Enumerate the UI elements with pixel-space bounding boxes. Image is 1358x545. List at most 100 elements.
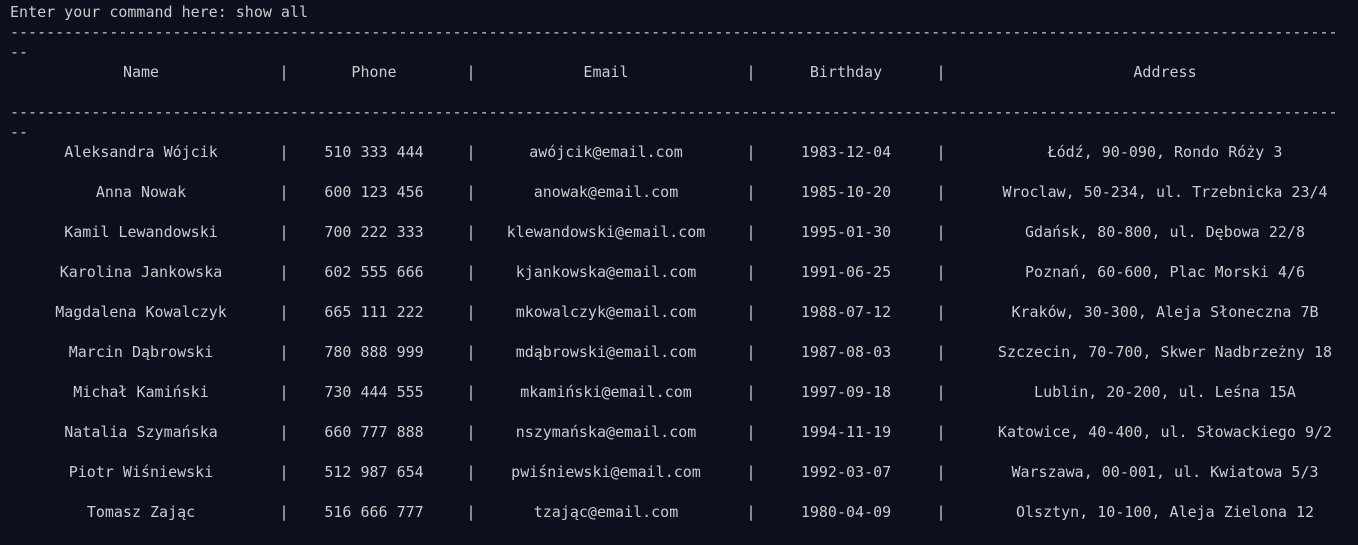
- cell-phone: 600 123 456: [324, 183, 424, 201]
- table-header-row: Name | Phone | Email | Birthday | Addres…: [0, 62, 1358, 82]
- separator-rule-top-wrap: --: [10, 43, 29, 61]
- column-separator: |: [936, 63, 946, 81]
- cell-phone: 700 222 333: [324, 223, 424, 241]
- separator-rule-header: ----------------------------------------…: [10, 103, 1340, 121]
- cell-birthday: 1991-06-25: [800, 263, 892, 281]
- cell-name: Aleksandra Wójcik: [64, 143, 218, 161]
- table-row: Magdalena Kowalczyk | 665 111 222 | mkowalcz…: [0, 302, 1358, 322]
- cell-name: Tomasz Zając: [86, 503, 196, 521]
- cell-phone: 730 444 555: [324, 383, 424, 401]
- terminal-window[interactable]: Enter your command here: show all ------…: [0, 0, 1358, 545]
- column-separator: |: [936, 143, 946, 161]
- table-row: Michał Kamiński | 730 444 555 | mkamiński@em…: [0, 382, 1358, 402]
- column-separator: |: [279, 63, 289, 81]
- column-separator: |: [279, 463, 289, 481]
- column-separator: |: [936, 303, 946, 321]
- cell-name: Piotr Wiśniewski: [68, 463, 214, 481]
- cell-email: mkamiński@email.com: [520, 383, 692, 401]
- cell-address: Wroclaw, 50-234, ul. Trzebnicka 23/4: [1002, 183, 1328, 201]
- cell-birthday: 1995-01-30: [800, 223, 892, 241]
- cell-birthday: 1994-11-19: [800, 423, 892, 441]
- table-row: Tomasz Zając | 516 666 777 | tzając@email.co…: [0, 502, 1358, 522]
- cell-phone: 665 111 222: [324, 303, 424, 321]
- column-separator: |: [746, 423, 756, 441]
- cell-email: tzając@email.com: [533, 503, 679, 521]
- separator-rule-header-wrap: --: [10, 123, 29, 141]
- cell-phone: 516 666 777: [324, 503, 424, 521]
- column-separator: |: [279, 183, 289, 201]
- cell-name: Michał Kamiński: [73, 383, 209, 401]
- cell-email: anowak@email.com: [533, 183, 679, 201]
- cell-birthday: 1987-08-03: [800, 343, 892, 361]
- cell-birthday: 1997-09-18: [800, 383, 892, 401]
- header-email: Email: [583, 63, 629, 81]
- cell-email: klewandowski@email.com: [506, 223, 706, 241]
- header-name: Name: [122, 63, 160, 81]
- column-separator: |: [279, 503, 289, 521]
- cell-name: Kamil Lewandowski: [64, 223, 218, 241]
- cell-address: Lublin, 20-200, ul. Leśna 15A: [1034, 383, 1296, 401]
- column-separator: |: [279, 223, 289, 241]
- column-separator: |: [746, 223, 756, 241]
- column-separator: |: [746, 183, 756, 201]
- column-separator: |: [279, 343, 289, 361]
- command-text: show all: [235, 3, 309, 21]
- cell-email: mkowalczyk@email.com: [515, 303, 697, 321]
- table-row: Marcin Dąbrowski | 780 888 999 | mdąbrowski@…: [0, 342, 1358, 362]
- cell-birthday: 1980-04-09: [800, 503, 892, 521]
- table-row: Natalia Szymańska | 660 777 888 | nszymańska…: [0, 422, 1358, 442]
- cell-phone: 660 777 888: [324, 423, 424, 441]
- column-separator: |: [746, 383, 756, 401]
- cell-email: mdąbrowski@email.com: [515, 343, 697, 361]
- cell-address: Szczecin, 70-700, Skwer Nadbrzeżny 18: [997, 343, 1333, 361]
- column-separator: |: [746, 63, 756, 81]
- cell-email: pwiśniewski@email.com: [511, 463, 701, 481]
- cell-birthday: 1988-07-12: [800, 303, 892, 321]
- column-separator: |: [279, 303, 289, 321]
- cell-address: Katowice, 40-400, ul. Słowackiego 9/2: [997, 423, 1333, 441]
- cell-birthday: 1983-12-04: [800, 143, 892, 161]
- cell-address: Olsztyn, 10-100, Aleja Zielona 12: [1015, 503, 1314, 521]
- table-row: Anna Nowak | 600 123 456 | anowak@email.com |…: [0, 182, 1358, 202]
- table-row: Karolina Jankowska | 602 555 666 | kjankowsk…: [0, 262, 1358, 282]
- cell-name: Marcin Dąbrowski: [68, 343, 214, 361]
- column-separator: |: [746, 343, 756, 361]
- header-birthday: Birthday: [809, 63, 883, 81]
- prompt-label: Enter your command here:: [10, 3, 236, 21]
- column-separator: |: [936, 223, 946, 241]
- cell-address: Gdańsk, 80-800, ul. Dębowa 22/8: [1025, 223, 1305, 241]
- table-row: Piotr Wiśniewski | 512 987 654 | pwiśniewski…: [0, 462, 1358, 482]
- cell-birthday: 1985-10-20: [800, 183, 892, 201]
- cell-email: awójcik@email.com: [529, 143, 683, 161]
- table-row: Aleksandra Wójcik | 510 333 444 | awójcik@em…: [0, 142, 1358, 162]
- cell-address: Łódź, 90-090, Rondo Róży 3: [1047, 143, 1283, 161]
- column-separator: |: [279, 423, 289, 441]
- command-prompt: Enter your command here: show all: [10, 2, 308, 22]
- column-separator: |: [279, 263, 289, 281]
- column-separator: |: [936, 343, 946, 361]
- cell-name: Anna Nowak: [95, 183, 187, 201]
- column-separator: |: [746, 463, 756, 481]
- column-separator: |: [936, 383, 946, 401]
- cell-name: Magdalena Kowalczyk: [55, 303, 227, 321]
- separator-rule-top: ----------------------------------------…: [10, 23, 1340, 41]
- cell-birthday: 1992-03-07: [800, 463, 892, 481]
- column-separator: |: [279, 143, 289, 161]
- cell-phone: 512 987 654: [324, 463, 424, 481]
- cell-phone: 780 888 999: [324, 343, 424, 361]
- cell-address: Poznań, 60-600, Plac Morski 4/6: [1025, 263, 1305, 281]
- column-separator: |: [936, 463, 946, 481]
- cell-name: Karolina Jankowska: [59, 263, 223, 281]
- cell-address: Kraków, 30-300, Aleja Słoneczna 7B: [1011, 303, 1319, 321]
- cell-phone: 510 333 444: [324, 143, 424, 161]
- column-separator: |: [746, 263, 756, 281]
- cell-name: Natalia Szymańska: [64, 423, 218, 441]
- column-separator: |: [279, 383, 289, 401]
- column-separator: |: [936, 183, 946, 201]
- cell-email: nszymańska@email.com: [515, 423, 697, 441]
- cell-address: Warszawa, 00-001, ul. Kwiatowa 5/3: [1011, 463, 1319, 481]
- column-separator: |: [746, 303, 756, 321]
- column-separator: |: [746, 503, 756, 521]
- table-row: Kamil Lewandowski | 700 222 333 | klewandows…: [0, 222, 1358, 242]
- cell-phone: 602 555 666: [324, 263, 424, 281]
